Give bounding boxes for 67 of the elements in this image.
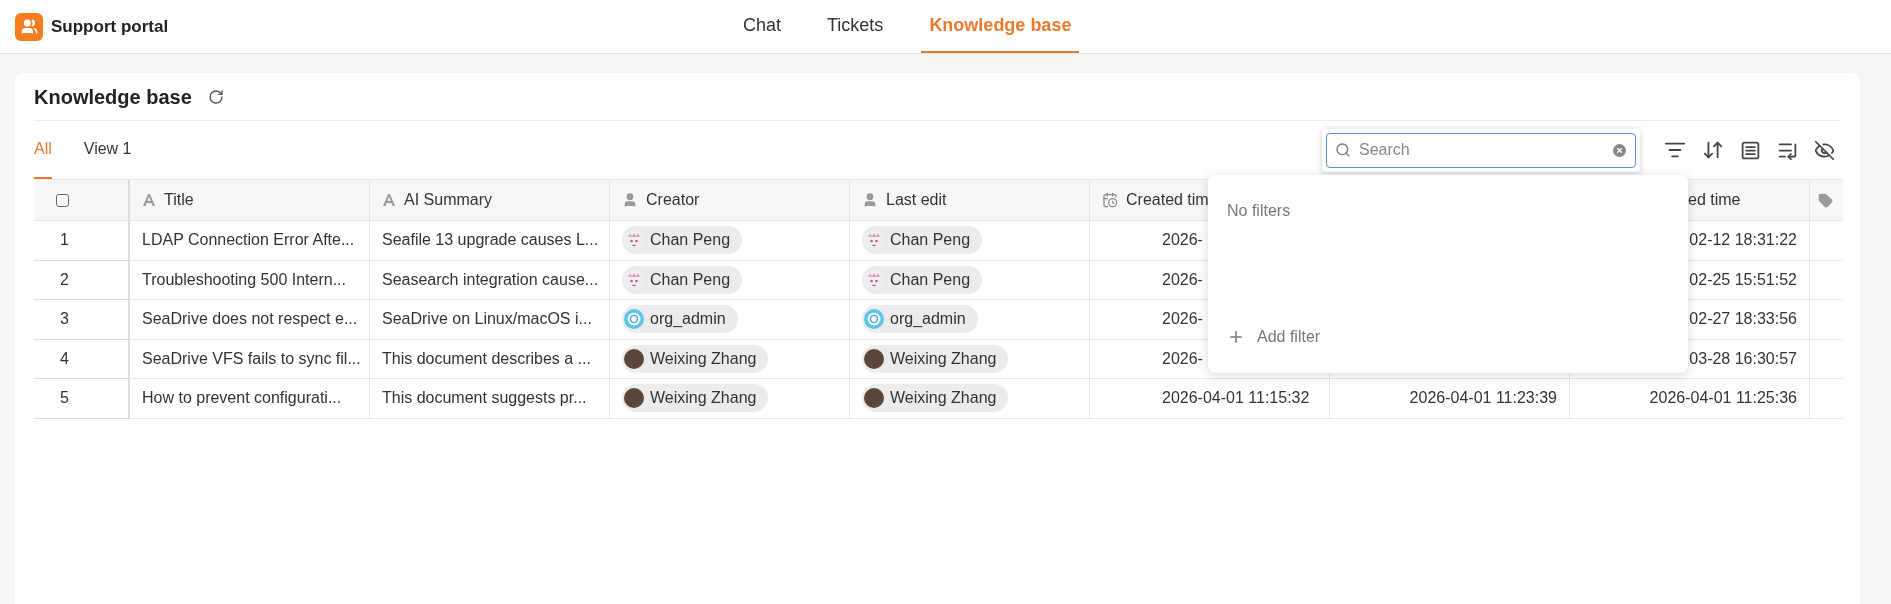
view-tab[interactable]: View 1 [83, 121, 132, 179]
text-type-icon [382, 193, 396, 207]
select-all-checkbox[interactable] [56, 193, 69, 207]
table-cell-text: This document suggests pr... [382, 388, 587, 409]
app-logo [15, 12, 43, 41]
calendar-icon [1102, 192, 1118, 208]
table-cell: 2026-04-01 11:15:32 [1162, 389, 1310, 407]
row-number: 2 [60, 269, 69, 290]
table-cell-text: This document describes a ... [382, 348, 591, 369]
add-filter-button[interactable]: Add filter [1227, 325, 1321, 349]
person-name: Weixing Zhang [890, 388, 997, 409]
person-name: org_admin [890, 309, 966, 330]
person-name: Chan Peng [890, 269, 971, 290]
empty-filters-text: No filters [1227, 201, 1292, 221]
table-cell-text: How to prevent configurati... [142, 388, 342, 409]
table-cell-text: SeaDrive VFS fails to sync fil... [142, 348, 361, 369]
list-icon[interactable] [1740, 139, 1761, 161]
sort-icon[interactable] [1702, 139, 1724, 161]
plus-icon [1227, 328, 1245, 346]
table-cell: 2026- [1162, 349, 1203, 367]
person-name: Weixing Zhang [650, 388, 757, 409]
column-header: Last edit [886, 190, 947, 210]
person-name: Weixing Zhang [890, 348, 997, 369]
table-cell-text: Seasearch integration cause... [382, 269, 599, 290]
table-cell: 2026- [1162, 231, 1203, 249]
table-cell-text: 02-27 18:33:56 [1689, 309, 1797, 330]
person-name: Chan Peng [890, 230, 971, 251]
column-header: ed time [1688, 190, 1741, 210]
column-header: Creator [646, 190, 700, 210]
table-cell-text: SeaDrive on Linux/macOS i... [382, 309, 592, 330]
row-number: 3 [60, 309, 69, 330]
person-name: Weixing Zhang [650, 348, 757, 369]
table-cell: 2026- [1162, 270, 1203, 288]
row-number: 4 [60, 348, 69, 369]
logo-avatar [864, 309, 884, 330]
search-field[interactable]: Search [1326, 132, 1636, 168]
table-cell-text: 03-28 16:30:57 [1689, 348, 1797, 369]
column-header: Created tim [1126, 190, 1209, 210]
person-icon [622, 192, 638, 208]
person-name: Chan Peng [650, 269, 731, 290]
table-cell-text: Troubleshooting 500 Intern... [142, 269, 346, 290]
person-name: Chan Peng [650, 230, 731, 251]
column-header: Title [164, 190, 194, 210]
tag-icon [1818, 192, 1833, 208]
row-number: 1 [60, 230, 69, 251]
hide-icon[interactable] [1814, 139, 1835, 161]
clear-icon[interactable] [1613, 143, 1626, 157]
table-cell-text: Seafile 13 upgrade causes L... [382, 230, 599, 251]
table-cell-text: SeaDrive does not respect e... [142, 309, 358, 330]
person-name: org_admin [650, 309, 726, 330]
person-icon [862, 192, 878, 208]
text-type-icon [142, 193, 156, 207]
table-cell: 2026- [1162, 310, 1203, 328]
nav-tab[interactable]: Tickets [819, 0, 892, 53]
app-title: Support portal [51, 15, 169, 38]
table-cell-text: 2026-04-01 11:25:36 [1649, 388, 1797, 409]
table-cell-text: 02-25 15:51:52 [1689, 269, 1797, 290]
table-cell-text: 2026-04-01 11:23:39 [1409, 388, 1557, 409]
refresh-icon[interactable] [207, 88, 224, 105]
table-cell-text: 02-12 18:31:22 [1689, 230, 1797, 251]
page-title: Knowledge base [34, 84, 192, 110]
column-header: AI Summary [404, 190, 492, 210]
nav-tab[interactable]: Chat [735, 0, 790, 53]
search-icon [1335, 141, 1351, 158]
table-cell-text: LDAP Connection Error Afte... [142, 230, 355, 251]
row-number: 5 [60, 388, 69, 409]
logo-avatar [624, 309, 644, 330]
